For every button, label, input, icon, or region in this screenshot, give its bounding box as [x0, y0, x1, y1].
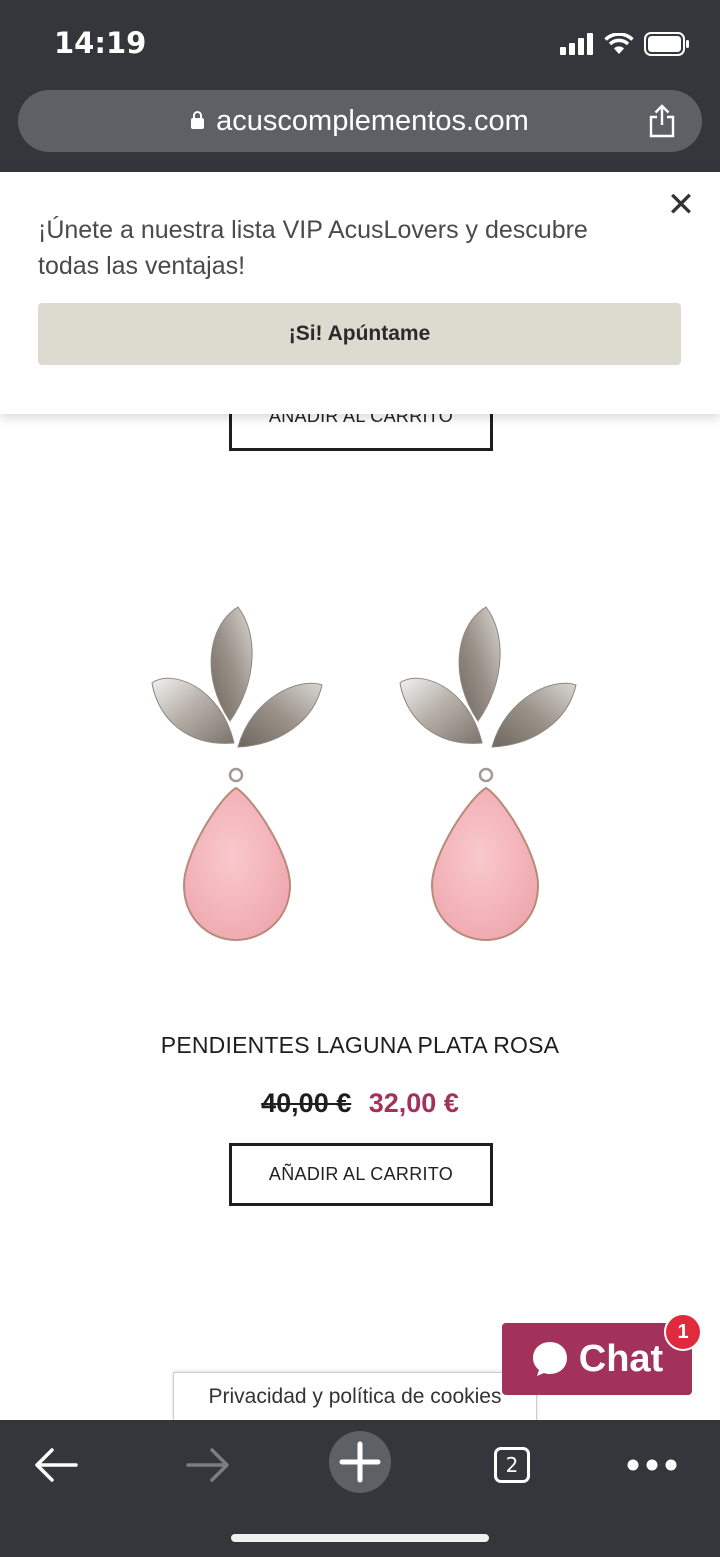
add-to-cart-button[interactable]: AÑADIR AL CARRITO: [229, 1143, 493, 1206]
signal-icon: [560, 33, 593, 55]
back-arrow-icon: [35, 1448, 78, 1482]
tabs-count-icon: 2: [494, 1447, 530, 1483]
chat-notification-badge: 1: [664, 1313, 702, 1351]
tabs-button[interactable]: 2: [490, 1436, 534, 1494]
forward-button[interactable]: [182, 1436, 234, 1494]
home-indicator: [231, 1534, 489, 1542]
tabs-count: 2: [505, 1453, 519, 1477]
popup-message: ¡Únete a nuestra lista VIP AcusLovers y …: [38, 216, 588, 280]
url-text: acuscomplementos.com: [216, 104, 529, 137]
close-icon[interactable]: ✕: [664, 188, 698, 222]
more-button[interactable]: [626, 1436, 678, 1494]
share-icon[interactable]: [648, 104, 676, 138]
left-earring: [151, 606, 323, 942]
plus-icon: [329, 1431, 391, 1493]
wifi-icon: [604, 33, 634, 54]
vip-signup-popup: ¡Únete a nuestra lista VIP AcusLovers y …: [0, 172, 720, 414]
battery-icon: [644, 32, 689, 56]
cookies-policy-tab[interactable]: Privacidad y política de cookies: [173, 1372, 537, 1421]
product-title[interactable]: PENDIENTES LAGUNA PLATA ROSA: [0, 1032, 720, 1059]
chat-bubble-icon: [532, 1342, 567, 1376]
new-tab-button[interactable]: [328, 1430, 392, 1494]
back-button[interactable]: [30, 1436, 82, 1494]
url-field[interactable]: acuscomplementos.com: [18, 90, 702, 152]
status-bar: 14:19: [0, 0, 720, 90]
product-image[interactable]: [130, 585, 590, 960]
old-price: 40,00 €: [261, 1088, 352, 1118]
signup-button[interactable]: ¡Si! Apúntame: [38, 303, 681, 365]
status-icons: [560, 30, 690, 58]
chat-label: Chat: [578, 1337, 664, 1380]
add-to-cart-label: AÑADIR AL CARRITO: [268, 1164, 454, 1184]
lock-icon: [191, 110, 205, 129]
forward-arrow-icon: [186, 1448, 229, 1482]
right-earring: [399, 606, 577, 942]
product-price: 40,00 € 32,00 €: [0, 1088, 720, 1119]
sale-price: 32,00 €: [368, 1088, 459, 1118]
status-time: 14:19: [54, 26, 147, 60]
browser-address-bar: acuscomplementos.com: [0, 90, 720, 172]
more-dots-icon: [627, 1459, 677, 1471]
